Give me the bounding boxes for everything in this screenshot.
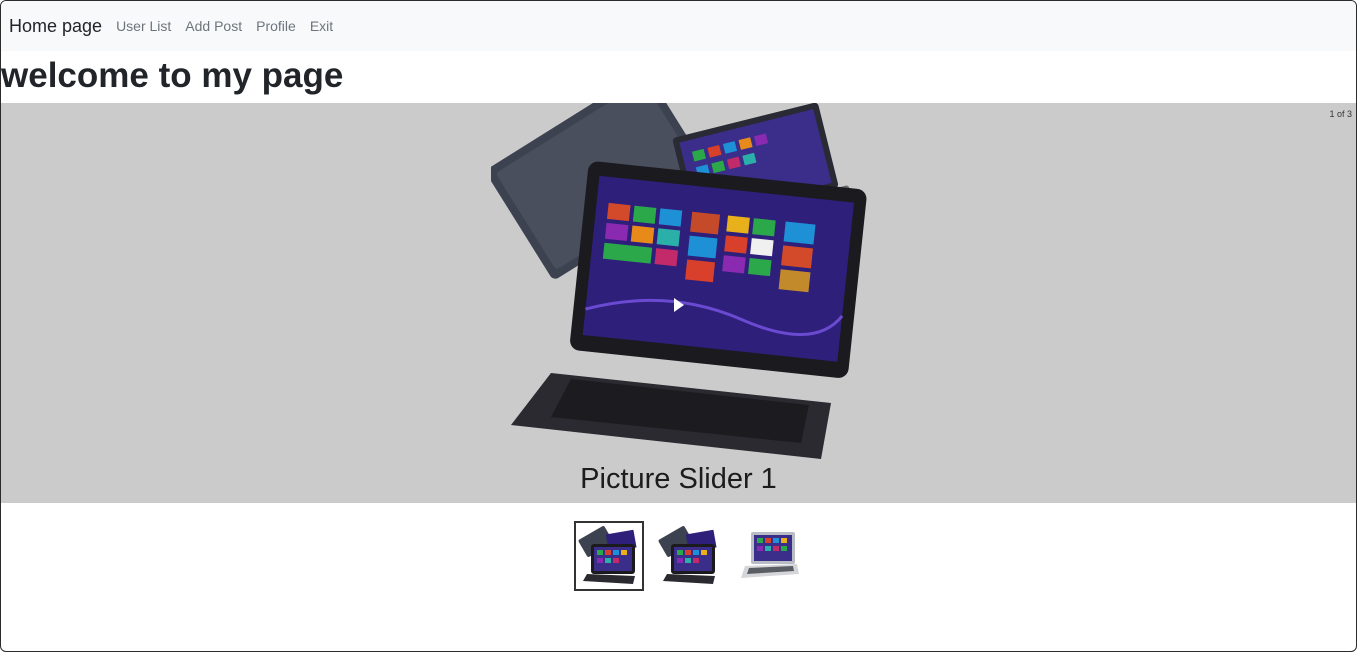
nav-link-add-post[interactable]: Add Post [185,18,242,34]
brand-home-link[interactable]: Home page [9,16,102,37]
image-carousel[interactable]: 1 of 3 Picture Slider 1 [1,103,1356,503]
laptop-thumbnail-image [658,526,717,584]
nav-link-exit[interactable]: Exit [310,18,333,34]
thumbnail-3[interactable] [734,521,804,591]
navbar: Home page User List Add Post Profile Exi… [1,1,1356,51]
nav-links: User List Add Post Profile Exit [116,18,347,34]
app-window: Home page User List Add Post Profile Exi… [0,0,1357,652]
laptop-thumbnail-image [578,526,637,584]
nav-link-profile[interactable]: Profile [256,18,296,34]
play-icon[interactable] [669,295,689,315]
nav-link-user-list[interactable]: User List [116,18,171,34]
thumbnail-strip [574,521,814,591]
thumbnail-2[interactable] [654,521,724,591]
thumbnail-1[interactable] [574,521,644,591]
slide-counter: 1 of 3 [1329,109,1352,119]
slide-image [491,103,867,459]
slide-caption: Picture Slider 1 [580,463,777,495]
page-title: welcome to my page [1,56,344,95]
laptop-thumbnail-image [741,532,799,578]
